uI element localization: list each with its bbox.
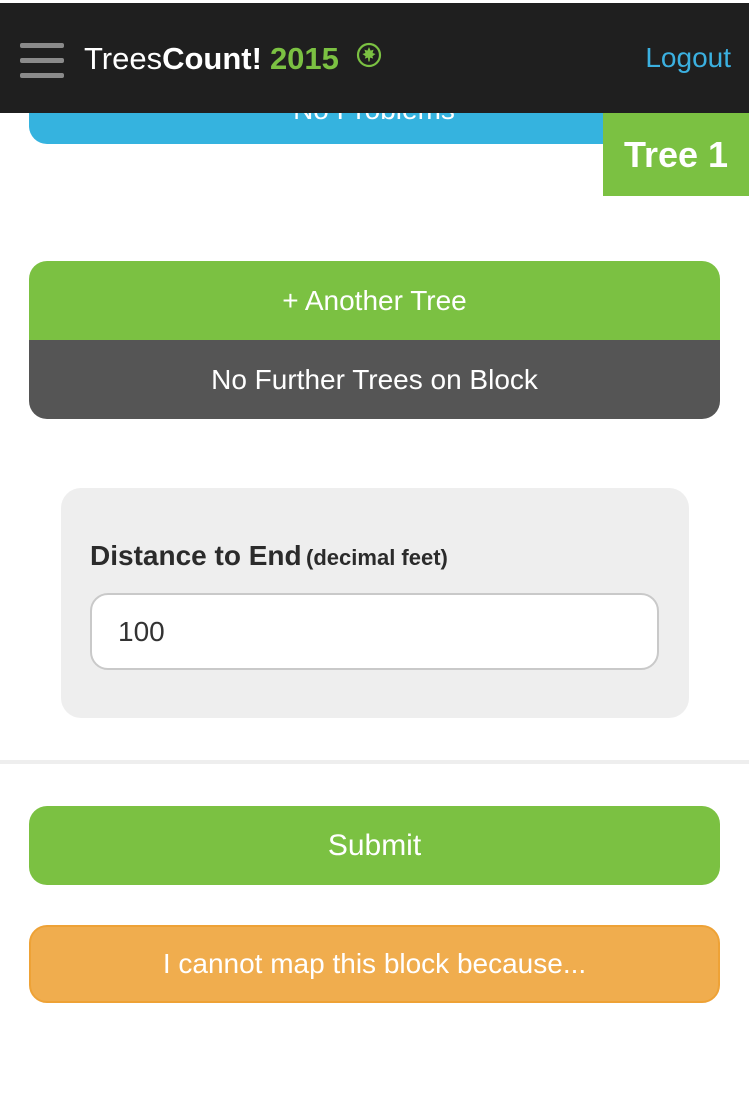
tree-actions-group: + Another Tree No Further Trees on Block [29, 261, 720, 419]
another-tree-button[interactable]: + Another Tree [29, 261, 720, 340]
distance-to-end-input[interactable] [90, 593, 659, 670]
distance-unit-hint: (decimal feet) [306, 545, 448, 570]
hamburger-menu-icon[interactable] [20, 43, 64, 79]
distance-label-text: Distance to End [90, 540, 302, 571]
distance-to-end-card: Distance to End (decimal feet) [61, 488, 689, 718]
section-divider [0, 760, 749, 764]
maple-leaf-circle-icon [356, 40, 382, 76]
logo-text-trees: Trees [84, 41, 163, 76]
app-logo: TreesCount! 2015 [84, 41, 382, 77]
no-further-trees-button[interactable]: No Further Trees on Block [29, 340, 720, 419]
submit-button[interactable]: Submit [29, 806, 720, 885]
top-navigation-bar: TreesCount! 2015 Logout [0, 0, 749, 113]
logo-text-count: Count! [162, 41, 262, 76]
cannot-map-block-button[interactable]: I cannot map this block because... [29, 925, 720, 1003]
distance-to-end-label: Distance to End (decimal feet) [90, 540, 448, 572]
logout-link[interactable]: Logout [645, 41, 731, 75]
logo-text-year: 2015 [269, 41, 339, 76]
tree-number-tab: Tree 1 [603, 113, 749, 196]
